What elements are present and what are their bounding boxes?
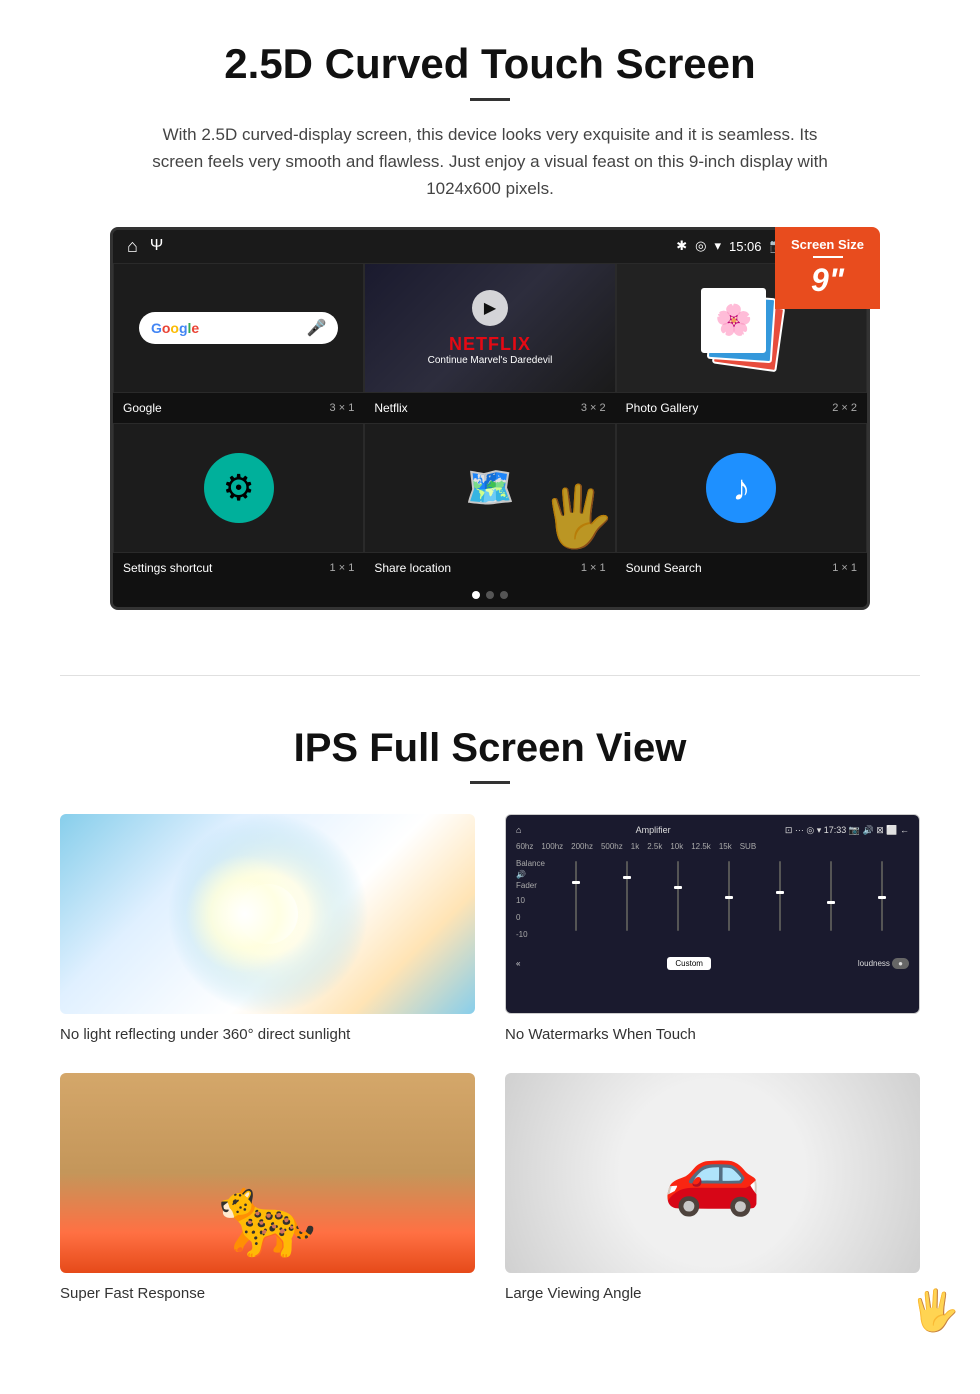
- section1-title: 2.5D Curved Touch Screen: [60, 40, 920, 88]
- amp-header: ⌂ Amplifier ⊡ ··· ◎ ▾ 17:33 📷 🔊 ⊠ ⬜ ←: [512, 821, 913, 840]
- google-app-size: 3 × 1: [330, 402, 355, 414]
- google-logo: Google: [151, 320, 199, 336]
- section2-title: IPS Full Screen View: [60, 726, 920, 771]
- netflix-app-name: Netflix: [374, 401, 407, 415]
- feature-grid: No light reflecting under 360° direct su…: [60, 814, 920, 1302]
- screen-size-badge: Screen Size 9": [775, 227, 880, 309]
- netflix-logo: NETFLIX: [449, 334, 531, 355]
- share-location-app-name: Share location: [374, 561, 451, 575]
- section1-underline: [470, 98, 510, 101]
- music-note-icon: ♪: [706, 453, 776, 523]
- pagination-dot-2[interactable]: [486, 591, 494, 599]
- screen-size-label: Screen Size: [791, 237, 864, 252]
- wifi-icon: ▾: [714, 238, 721, 254]
- netflix-app-size: 3 × 2: [581, 402, 606, 414]
- app-labels-row2: Settings shortcut 1 × 1 Share location 1…: [113, 553, 867, 583]
- netflix-label: Netflix 3 × 2: [364, 399, 615, 417]
- sound-search-label: Sound Search 1 × 1: [616, 559, 867, 577]
- screen-size-divider: [813, 256, 843, 258]
- app-grid-row2: ⚙ 🗺️ 🖐 ♪: [113, 423, 867, 553]
- google-search-bar[interactable]: Google 🎤: [139, 312, 338, 344]
- pagination-dots: [113, 583, 867, 607]
- settings-label: Settings shortcut 1 × 1: [113, 559, 364, 577]
- sunlight-image: [60, 814, 475, 1014]
- amplifier-image: ⌂ Amplifier ⊡ ··· ◎ ▾ 17:33 📷 🔊 ⊠ ⬜ ← 60…: [505, 814, 920, 1014]
- photo-gallery-label: Photo Gallery 2 × 2: [616, 399, 867, 417]
- photo-gallery-app-size: 2 × 2: [832, 402, 857, 414]
- settings-app-cell[interactable]: ⚙: [113, 423, 364, 553]
- photo-stack: [701, 288, 781, 368]
- bluetooth-icon: ✱: [676, 238, 687, 254]
- feature-amplifier: ⌂ Amplifier ⊡ ··· ◎ ▾ 17:33 📷 🔊 ⊠ ⬜ ← 60…: [505, 814, 920, 1043]
- google-app-cell[interactable]: Google 🎤: [113, 263, 364, 393]
- sound-search-cell[interactable]: ♪: [616, 423, 867, 553]
- section-curved-screen: 2.5D Curved Touch Screen With 2.5D curve…: [0, 0, 980, 635]
- netflix-app-cell[interactable]: ▶ NETFLIX Continue Marvel's Daredevil: [364, 263, 615, 393]
- mic-icon[interactable]: 🎤: [306, 318, 326, 338]
- photo-gallery-app-name: Photo Gallery: [626, 401, 699, 415]
- sound-search-app-name: Sound Search: [626, 561, 702, 575]
- usb-icon: Ψ: [150, 237, 163, 255]
- amplifier-caption: No Watermarks When Touch: [505, 1026, 920, 1043]
- feature-sunlight: No light reflecting under 360° direct su…: [60, 814, 475, 1043]
- sunlight-caption: No light reflecting under 360° direct su…: [60, 1026, 475, 1043]
- share-location-label: Share location 1 × 1: [364, 559, 615, 577]
- screen-size-value: 9": [791, 262, 864, 299]
- status-bar: ⌂ Ψ ✱ ◎ ▾ 15:06 📷 🔊 ⊠ ⬜: [113, 230, 867, 263]
- photo-card-3: [701, 288, 766, 353]
- sunlight-svg: [168, 814, 368, 1014]
- cheetah-caption: Super Fast Response: [60, 1285, 475, 1302]
- section2-underline: [470, 781, 510, 784]
- app-labels-row1: Google 3 × 1 Netflix 3 × 2 Photo Gallery…: [113, 393, 867, 423]
- maps-icon: 🗺️: [465, 464, 515, 511]
- google-app-name: Google: [123, 401, 162, 415]
- settings-icon: ⚙: [204, 453, 274, 523]
- section-divider: [60, 675, 920, 676]
- status-time: 15:06: [729, 239, 762, 254]
- netflix-subtitle: Continue Marvel's Daredevil: [428, 355, 553, 366]
- settings-app-name: Settings shortcut: [123, 561, 212, 575]
- share-location-app-size: 1 × 1: [581, 562, 606, 574]
- sound-search-app-size: 1 × 1: [832, 562, 857, 574]
- device-mockup: Screen Size 9" ⌂ Ψ ✱ ◎ ▾ 15:06 📷 🔊 ⊠: [100, 227, 880, 610]
- device-screen: ⌂ Ψ ✱ ◎ ▾ 15:06 📷 🔊 ⊠ ⬜: [110, 227, 870, 610]
- cheetah-image: 🐆: [60, 1073, 475, 1273]
- pagination-dot-1[interactable]: [472, 591, 480, 599]
- location-icon: ◎: [695, 238, 706, 254]
- status-bar-left: ⌂ Ψ: [127, 236, 163, 257]
- feature-cheetah: 🐆 Super Fast Response: [60, 1073, 475, 1302]
- play-button[interactable]: ▶: [472, 290, 508, 326]
- section1-description: With 2.5D curved-display screen, this de…: [140, 121, 840, 203]
- app-grid-row1: Google 🎤 ▶ NETFLIX Continue Marvel's Dar…: [113, 263, 867, 393]
- car-image: 🚗: [505, 1073, 920, 1273]
- cheetah-emoji: 🐆: [218, 1169, 318, 1263]
- hand-icon: 🖐: [540, 481, 615, 552]
- google-label: Google 3 × 1: [113, 399, 364, 417]
- feature-car: 🚗 Large Viewing Angle: [505, 1073, 920, 1302]
- section-ips-screen: IPS Full Screen View No light reflecting…: [0, 716, 980, 1332]
- car-emoji: 🚗: [663, 1126, 763, 1220]
- pagination-dot-3[interactable]: [500, 591, 508, 599]
- home-icon[interactable]: ⌂: [127, 236, 138, 257]
- car-caption: Large Viewing Angle: [505, 1285, 920, 1302]
- settings-app-size: 1 × 1: [330, 562, 355, 574]
- share-location-cell[interactable]: 🗺️ 🖐: [364, 423, 615, 553]
